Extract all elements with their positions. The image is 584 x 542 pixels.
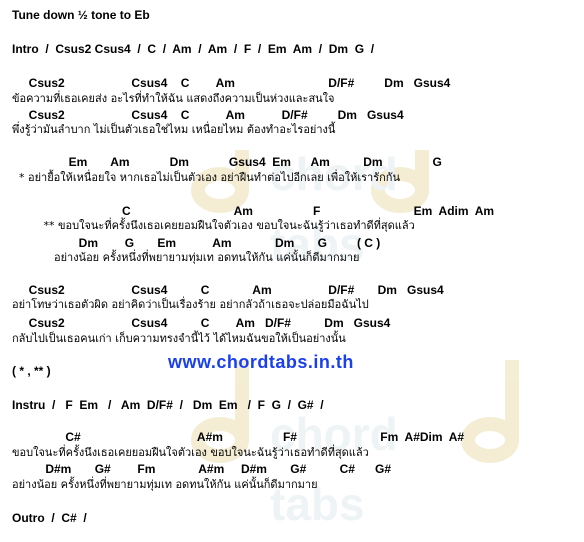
lyric-line: * อย่ายื้อให้เหนื่อยใจ หากเธอไม่เป็นตัวเ… [12, 171, 400, 184]
chord-line: C Am F Em Adim Am [12, 204, 495, 218]
lyric-line: อย่างน้อย ครั้งหนึ่งที่พยายามทุ่มเท อดทน… [12, 251, 360, 264]
website-link[interactable]: www.chordtabs.in.th [168, 352, 354, 373]
lyric-line: ขอบใจนะที่ครั้งนึงเธอเคยยอมฝืนใจตัวเอง ข… [12, 446, 369, 459]
lyric-line: อย่างน้อย ครั้งหนึ่งที่พยายามทุ่มเท อดทน… [12, 478, 318, 491]
lyric-line: ** ขอบใจนะที่ครั้งนึงเธอเคยยอมฝืนใจตัวเอ… [12, 219, 415, 232]
chord-line: D#m G# Fm A#m D#m G# C# G# [12, 462, 391, 476]
lyric-line: ข้อความที่เธอเคยส่ง อะไรที่ทำให้ฉัน แสดง… [12, 92, 335, 105]
lyric-line: พึ่งรู้ว่ามันลำบาก ไม่เป็นตัวเธอใช่ไหม เ… [12, 123, 336, 136]
intro-line: Intro / Csus2 Csus4 / C / Am / Am / F / … [12, 42, 375, 56]
chord-line: Csus2 Csus4 C Am D/F# Dm Gsus4 [12, 76, 451, 90]
outro-line: Outro / C# / [12, 511, 87, 525]
chord-line: Csus2 Csus4 C Am D/F# Dm Gsus4 [12, 283, 444, 297]
chord-line: C# A#m F# Fm A#Dim A# [12, 430, 465, 444]
song-key-note: Tune down ½ tone to Eb [12, 8, 150, 22]
chord-line: Csus2 Csus4 C Am D/F# Dm Gsus4 [12, 108, 404, 122]
chord-line: Csus2 Csus4 C Am D/F# Dm Gsus4 [12, 316, 391, 330]
chord-line: Em Am Dm Gsus4 Em Am Dm G [12, 155, 442, 169]
lyric-line: อย่าโทษว่าเธอตัวผิด อย่าคิดว่าเป็นเรื่อง… [12, 298, 369, 311]
lyric-line: กลับไปเป็นเธอคนเก่า เก็บความทรงจำนี้ไว้ … [12, 332, 346, 345]
chord-line: Dm G Em Am Dm G ( C ) [12, 236, 381, 250]
repeat-marker: ( * , ** ) [12, 364, 51, 378]
instru-line: Instru / F Em / Am D/F# / Dm Em / F G / … [12, 398, 324, 412]
